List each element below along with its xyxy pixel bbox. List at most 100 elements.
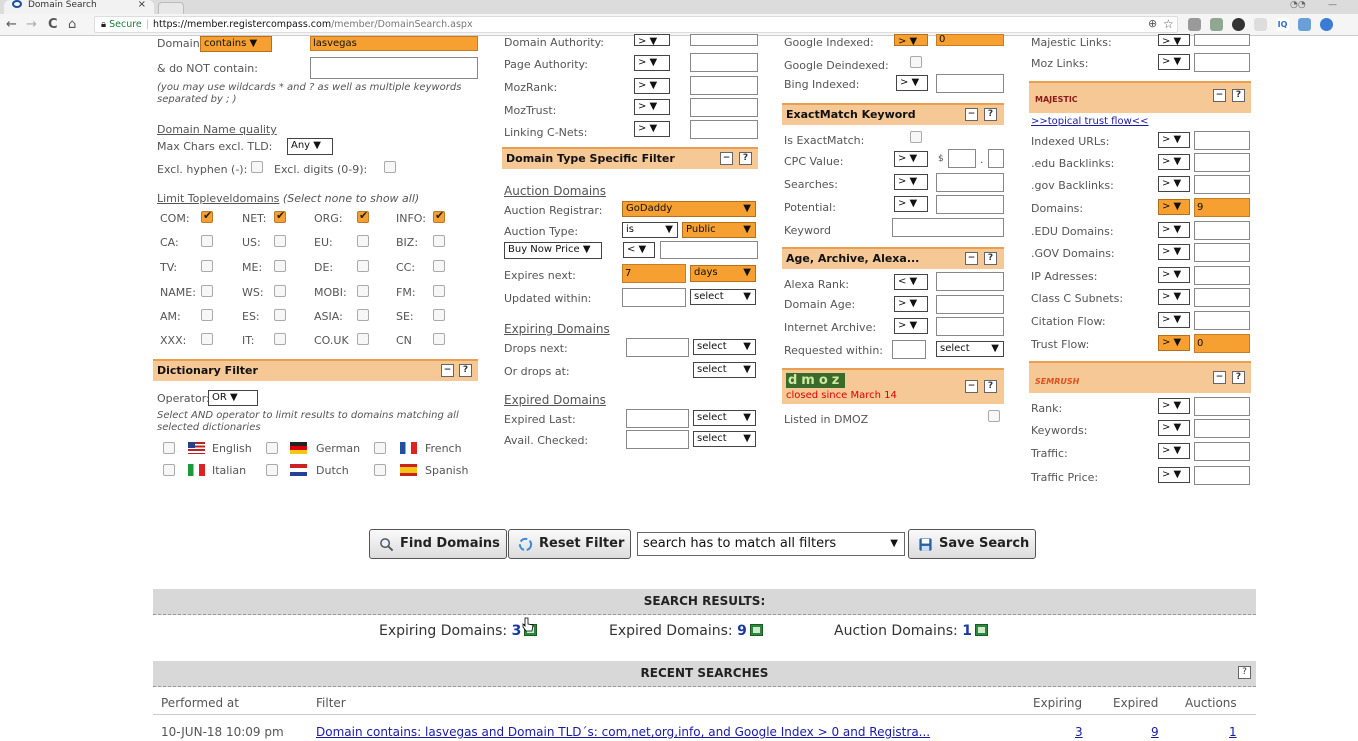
tld-checkbox[interactable] bbox=[433, 333, 445, 345]
semrush-metric-operator[interactable]: > ▼ bbox=[1158, 467, 1190, 483]
moztrust-operator[interactable]: > ▼ bbox=[634, 99, 670, 115]
save-search-button[interactable]: Save Search bbox=[908, 529, 1037, 559]
bookmark-star-icon[interactable]: ☆ bbox=[1163, 17, 1174, 31]
excl-hyphen-checkbox[interactable] bbox=[251, 161, 263, 173]
recent-filter-link[interactable]: Domain contains: lasvegas and Domain TLD… bbox=[316, 725, 930, 739]
cnets-input[interactable] bbox=[690, 120, 758, 139]
archive-operator[interactable]: > ▼ bbox=[894, 318, 928, 334]
google-indexed-input[interactable]: 0 bbox=[936, 34, 1004, 46]
tld-checkbox[interactable] bbox=[274, 285, 286, 297]
tld-checkbox[interactable] bbox=[357, 209, 369, 223]
help-icon[interactable]: ? bbox=[739, 152, 752, 165]
avail-checked-input[interactable] bbox=[626, 430, 689, 449]
excel-icon[interactable] bbox=[749, 624, 763, 636]
requested-within-input[interactable] bbox=[892, 340, 926, 359]
tab-domain-search[interactable]: Domain Search × bbox=[4, 0, 154, 14]
majestic-links-operator[interactable]: > ▼ bbox=[1158, 34, 1190, 47]
recent-expired-link[interactable]: 9 bbox=[1151, 725, 1159, 739]
forward-icon[interactable]: → bbox=[26, 17, 37, 32]
majestic-metric-operator[interactable]: > ▼ bbox=[1158, 244, 1190, 260]
semrush-metric-input[interactable] bbox=[1194, 442, 1250, 461]
mozrank-input[interactable] bbox=[690, 76, 758, 95]
expiring-results[interactable]: Expiring Domains: 3 bbox=[379, 623, 538, 639]
da-input[interactable] bbox=[690, 34, 758, 46]
drops-at-select[interactable]: select ▼ bbox=[693, 362, 756, 378]
keyword-input[interactable] bbox=[892, 218, 1004, 237]
dictionary-checkbox[interactable] bbox=[374, 442, 386, 454]
new-tab-button[interactable] bbox=[158, 2, 184, 14]
auction-type-op[interactable]: is ▼ bbox=[622, 222, 678, 238]
donot-contain-input[interactable] bbox=[310, 57, 478, 79]
majestic-metric-input[interactable] bbox=[1194, 311, 1250, 330]
majestic-metric-operator[interactable]: > ▼ bbox=[1158, 267, 1190, 283]
tld-checkbox[interactable] bbox=[201, 285, 213, 297]
cnets-operator[interactable]: > ▼ bbox=[634, 121, 670, 137]
maxchars-select[interactable]: Any ▼ bbox=[287, 138, 333, 155]
potential-input[interactable] bbox=[936, 195, 1004, 214]
collapse-icon[interactable]: − bbox=[1213, 89, 1226, 102]
bing-operator[interactable]: > ▼ bbox=[896, 75, 928, 91]
tld-checkbox[interactable] bbox=[201, 235, 213, 247]
majestic-metric-input[interactable]: 9 bbox=[1194, 198, 1250, 217]
tld-checkbox[interactable] bbox=[201, 260, 213, 272]
dictionary-checkbox[interactable] bbox=[163, 464, 175, 476]
searches-input[interactable] bbox=[936, 173, 1004, 192]
cpc-cents-input[interactable] bbox=[988, 149, 1004, 168]
tld-checkbox[interactable] bbox=[274, 235, 286, 247]
tld-checkbox[interactable] bbox=[201, 333, 213, 345]
topical-trust-flow-link[interactable]: >>topical trust flow<< bbox=[1031, 116, 1149, 127]
is-exactmatch-checkbox[interactable] bbox=[910, 131, 922, 143]
extension-icon[interactable] bbox=[1320, 18, 1333, 31]
expired-results[interactable]: Expired Domains: 9 bbox=[609, 623, 763, 639]
pa-operator[interactable]: > ▼ bbox=[634, 55, 670, 71]
collapse-icon[interactable]: − bbox=[441, 364, 454, 377]
majestic-metric-input[interactable] bbox=[1194, 131, 1250, 150]
mozrank-operator[interactable]: > ▼ bbox=[634, 78, 670, 94]
minimize-icon[interactable]: — bbox=[1328, 0, 1337, 10]
bing-input[interactable] bbox=[936, 74, 1004, 93]
extension-icon[interactable] bbox=[1232, 18, 1245, 31]
updated-within-select[interactable]: select ▼ bbox=[690, 289, 756, 305]
tld-checkbox[interactable] bbox=[433, 260, 445, 272]
expired-last-select[interactable]: select ▼ bbox=[693, 410, 756, 426]
tld-checkbox[interactable] bbox=[433, 209, 445, 223]
dictionary-checkbox[interactable] bbox=[266, 464, 278, 476]
auction-type-select[interactable]: Public ▼ bbox=[682, 222, 756, 238]
expires-unit-select[interactable]: days ▼ bbox=[690, 265, 756, 282]
help-icon[interactable]: ? bbox=[1238, 666, 1251, 679]
majestic-metric-input[interactable] bbox=[1194, 221, 1250, 240]
expired-last-input[interactable] bbox=[626, 409, 689, 428]
majestic-metric-operator[interactable]: > ▼ bbox=[1158, 335, 1190, 351]
majestic-metric-input[interactable] bbox=[1194, 153, 1250, 172]
tld-checkbox[interactable] bbox=[357, 309, 369, 321]
semrush-metric-operator[interactable]: > ▼ bbox=[1158, 443, 1190, 459]
majestic-metric-operator[interactable]: > ▼ bbox=[1158, 132, 1190, 148]
searches-operator[interactable]: > ▼ bbox=[894, 174, 928, 190]
excel-icon[interactable] bbox=[974, 624, 988, 636]
dictionary-checkbox[interactable] bbox=[266, 442, 278, 454]
tld-checkbox[interactable] bbox=[357, 285, 369, 297]
extension-icon[interactable] bbox=[1210, 18, 1223, 31]
help-icon[interactable]: ? bbox=[459, 364, 472, 377]
requested-within-select[interactable]: select ▼ bbox=[936, 341, 1004, 357]
moz-links-operator[interactable]: > ▼ bbox=[1158, 54, 1190, 70]
majestic-metric-input[interactable] bbox=[1194, 175, 1250, 194]
cpc-operator[interactable]: > ▼ bbox=[894, 151, 928, 167]
collapse-icon[interactable]: − bbox=[965, 252, 978, 265]
help-icon[interactable]: ? bbox=[1232, 89, 1245, 102]
operator-select[interactable]: OR ▼ bbox=[208, 390, 258, 406]
majestic-metric-input[interactable] bbox=[1194, 243, 1250, 262]
majestic-metric-input[interactable] bbox=[1194, 266, 1250, 285]
google-deindexed-checkbox[interactable] bbox=[910, 56, 922, 68]
extension-icon[interactable]: IQ bbox=[1276, 18, 1289, 31]
potential-operator[interactable]: > ▼ bbox=[894, 196, 928, 212]
tld-checkbox[interactable] bbox=[357, 333, 369, 345]
domain-mode-select[interactable]: contains ▼ bbox=[200, 36, 272, 52]
tld-checkbox[interactable] bbox=[433, 235, 445, 247]
buy-now-select[interactable]: Buy Now Price ▼ bbox=[504, 242, 602, 259]
tab-close-icon[interactable]: × bbox=[138, 0, 146, 10]
tld-checkbox[interactable] bbox=[357, 235, 369, 247]
expires-next-input[interactable]: 7 bbox=[622, 264, 686, 283]
find-domains-button[interactable]: Find Domains bbox=[369, 529, 507, 559]
auction-results[interactable]: Auction Domains: 1 bbox=[834, 623, 988, 639]
